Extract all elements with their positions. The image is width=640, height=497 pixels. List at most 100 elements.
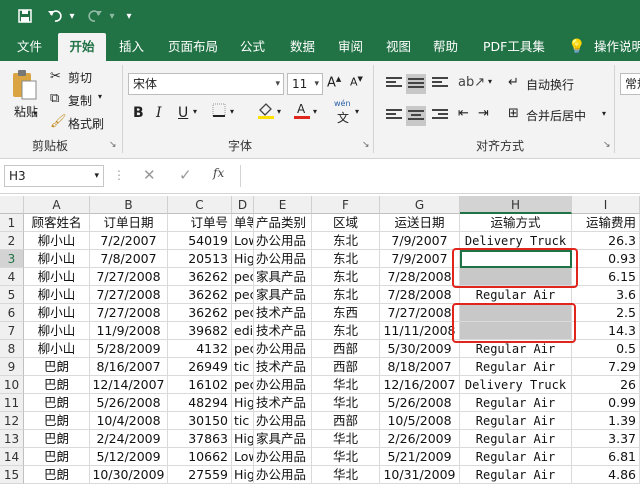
bold-button[interactable]: B <box>133 105 144 121</box>
paste-button[interactable]: 粘贴 <box>10 69 44 119</box>
table-cell[interactable]: 巴朗 <box>24 376 90 394</box>
row-header[interactable]: 10 <box>0 376 24 394</box>
table-cell[interactable]: 柳小山 <box>24 250 90 268</box>
table-cell[interactable]: 1.39 <box>572 412 640 430</box>
header-cell[interactable]: 运输费用 <box>572 214 640 232</box>
table-cell[interactable]: 2/26/2009 <box>380 430 460 448</box>
tab-help[interactable]: 帮助 <box>433 33 458 61</box>
table-cell[interactable]: 36262 <box>168 304 232 322</box>
table-cell[interactable]: 7/27/2008 <box>90 286 168 304</box>
table-cell[interactable]: 16102 <box>168 376 232 394</box>
redo-dropdown-icon[interactable]: ▾ <box>106 5 118 27</box>
italic-button[interactable]: I <box>156 105 162 121</box>
table-cell[interactable]: 4.86 <box>572 466 640 484</box>
table-cell[interactable]: Regular Air <box>460 448 572 466</box>
table-cell[interactable]: pec <box>232 304 254 322</box>
table-cell[interactable]: 7/9/2007 <box>380 250 460 268</box>
phonetic-icon[interactable]: wén <box>334 99 351 108</box>
align-center-icon[interactable] <box>406 106 426 126</box>
table-cell[interactable]: edi <box>232 322 254 340</box>
header-cell[interactable]: 订单日期 <box>90 214 168 232</box>
column-header-b[interactable]: B <box>90 196 168 214</box>
borders-icon[interactable] <box>212 103 226 121</box>
header-cell[interactable]: 产品类别 <box>254 214 312 232</box>
table-cell[interactable]: 7/8/2007 <box>90 250 168 268</box>
table-cell[interactable]: 7/28/2008 <box>380 268 460 286</box>
table-cell[interactable]: 办公用品 <box>254 250 312 268</box>
align-bottom-icon[interactable] <box>432 77 448 89</box>
table-cell[interactable]: pec <box>232 268 254 286</box>
table-cell[interactable]: Regular Air <box>460 358 572 376</box>
align-left-icon[interactable] <box>386 109 402 121</box>
underline-button[interactable]: U <box>178 105 188 121</box>
phonetic-dropdown-icon[interactable]: ▾ <box>355 107 359 116</box>
font-size-combo[interactable]: 11 ▾ <box>287 73 323 95</box>
table-cell[interactable]: 39682 <box>168 322 232 340</box>
table-cell[interactable]: 3.37 <box>572 430 640 448</box>
header-cell[interactable]: 单等 <box>232 214 254 232</box>
paste-dropdown-icon[interactable]: ▾ <box>33 109 37 118</box>
tab-tell-me[interactable]: 操作说明 <box>594 33 640 61</box>
table-cell[interactable]: 10662 <box>168 448 232 466</box>
table-cell[interactable]: 10/5/2008 <box>380 412 460 430</box>
table-cell[interactable]: 10/30/2009 <box>90 466 168 484</box>
borders-dropdown-icon[interactable]: ▾ <box>230 107 234 116</box>
table-cell[interactable]: 11/11/2008 <box>380 322 460 340</box>
table-cell[interactable]: 西部 <box>312 340 380 358</box>
table-cell[interactable]: 7/27/2008 <box>90 268 168 286</box>
tab-home[interactable]: 开始 <box>58 33 106 61</box>
table-cell[interactable]: 办公用品 <box>254 376 312 394</box>
table-cell[interactable]: 家具产品 <box>254 268 312 286</box>
column-header-e[interactable]: E <box>254 196 312 214</box>
table-cell[interactable]: 7/27/2008 <box>380 304 460 322</box>
table-cell[interactable]: 5/21/2009 <box>380 448 460 466</box>
table-cell[interactable]: 20513 <box>168 250 232 268</box>
orientation-dropdown-icon[interactable]: ▾ <box>488 77 492 86</box>
table-cell[interactable]: Hig <box>232 430 254 448</box>
column-header-i[interactable]: I <box>572 196 640 214</box>
row-header[interactable]: 9 <box>0 358 24 376</box>
table-cell[interactable]: 巴朗 <box>24 394 90 412</box>
lightbulb-icon[interactable]: 💡 <box>568 33 585 61</box>
table-cell[interactable]: Low <box>232 232 254 250</box>
table-cell[interactable]: 7/9/2007 <box>380 232 460 250</box>
table-cell[interactable]: Low <box>232 448 254 466</box>
table-cell[interactable]: 华北 <box>312 448 380 466</box>
table-cell[interactable]: 7/2/2007 <box>90 232 168 250</box>
table-cell[interactable]: 5/12/2009 <box>90 448 168 466</box>
table-cell[interactable]: 办公用品 <box>254 232 312 250</box>
row-header[interactable]: 7 <box>0 322 24 340</box>
underline-dropdown-icon[interactable]: ▾ <box>193 107 197 116</box>
header-cell[interactable]: 运送日期 <box>380 214 460 232</box>
row-header[interactable]: 1 <box>0 214 24 232</box>
table-cell[interactable]: 柳小山 <box>24 268 90 286</box>
font-color-icon[interactable]: A <box>293 101 311 123</box>
name-box[interactable]: H3 ▾ <box>4 165 104 187</box>
table-cell[interactable]: 华北 <box>312 394 380 412</box>
table-cell[interactable]: tic <box>232 358 254 376</box>
table-cell[interactable]: Regular Air <box>460 430 572 448</box>
column-header-f[interactable]: F <box>312 196 380 214</box>
column-header-d[interactable]: D <box>232 196 254 214</box>
table-cell[interactable]: Regular Air <box>460 394 572 412</box>
row-header[interactable]: 2 <box>0 232 24 250</box>
table-cell[interactable]: 12/14/2007 <box>90 376 168 394</box>
table-cell[interactable]: Regular Air <box>460 412 572 430</box>
row-header[interactable]: 4 <box>0 268 24 286</box>
table-cell[interactable]: 7/27/2008 <box>90 304 168 322</box>
table-cell[interactable]: 东北 <box>312 322 380 340</box>
table-cell[interactable]: 5/30/2009 <box>380 340 460 358</box>
table-cell[interactable]: 技术产品 <box>254 358 312 376</box>
table-cell[interactable]: 柳小山 <box>24 340 90 358</box>
decrease-indent-icon[interactable]: ⇤ <box>458 106 469 121</box>
table-cell[interactable]: pec <box>232 340 254 358</box>
table-cell[interactable]: 0.93 <box>572 250 640 268</box>
row-header[interactable]: 6 <box>0 304 24 322</box>
table-cell[interactable]: 7.29 <box>572 358 640 376</box>
table-cell[interactable]: 37863 <box>168 430 232 448</box>
formula-input[interactable] <box>240 165 640 187</box>
fill-color-icon[interactable] <box>257 101 275 123</box>
table-cell[interactable]: 办公用品 <box>254 466 312 484</box>
undo-dropdown-icon[interactable]: ▾ <box>66 5 78 27</box>
copy-button[interactable]: ⧉ 复制 ▾ <box>50 90 120 110</box>
